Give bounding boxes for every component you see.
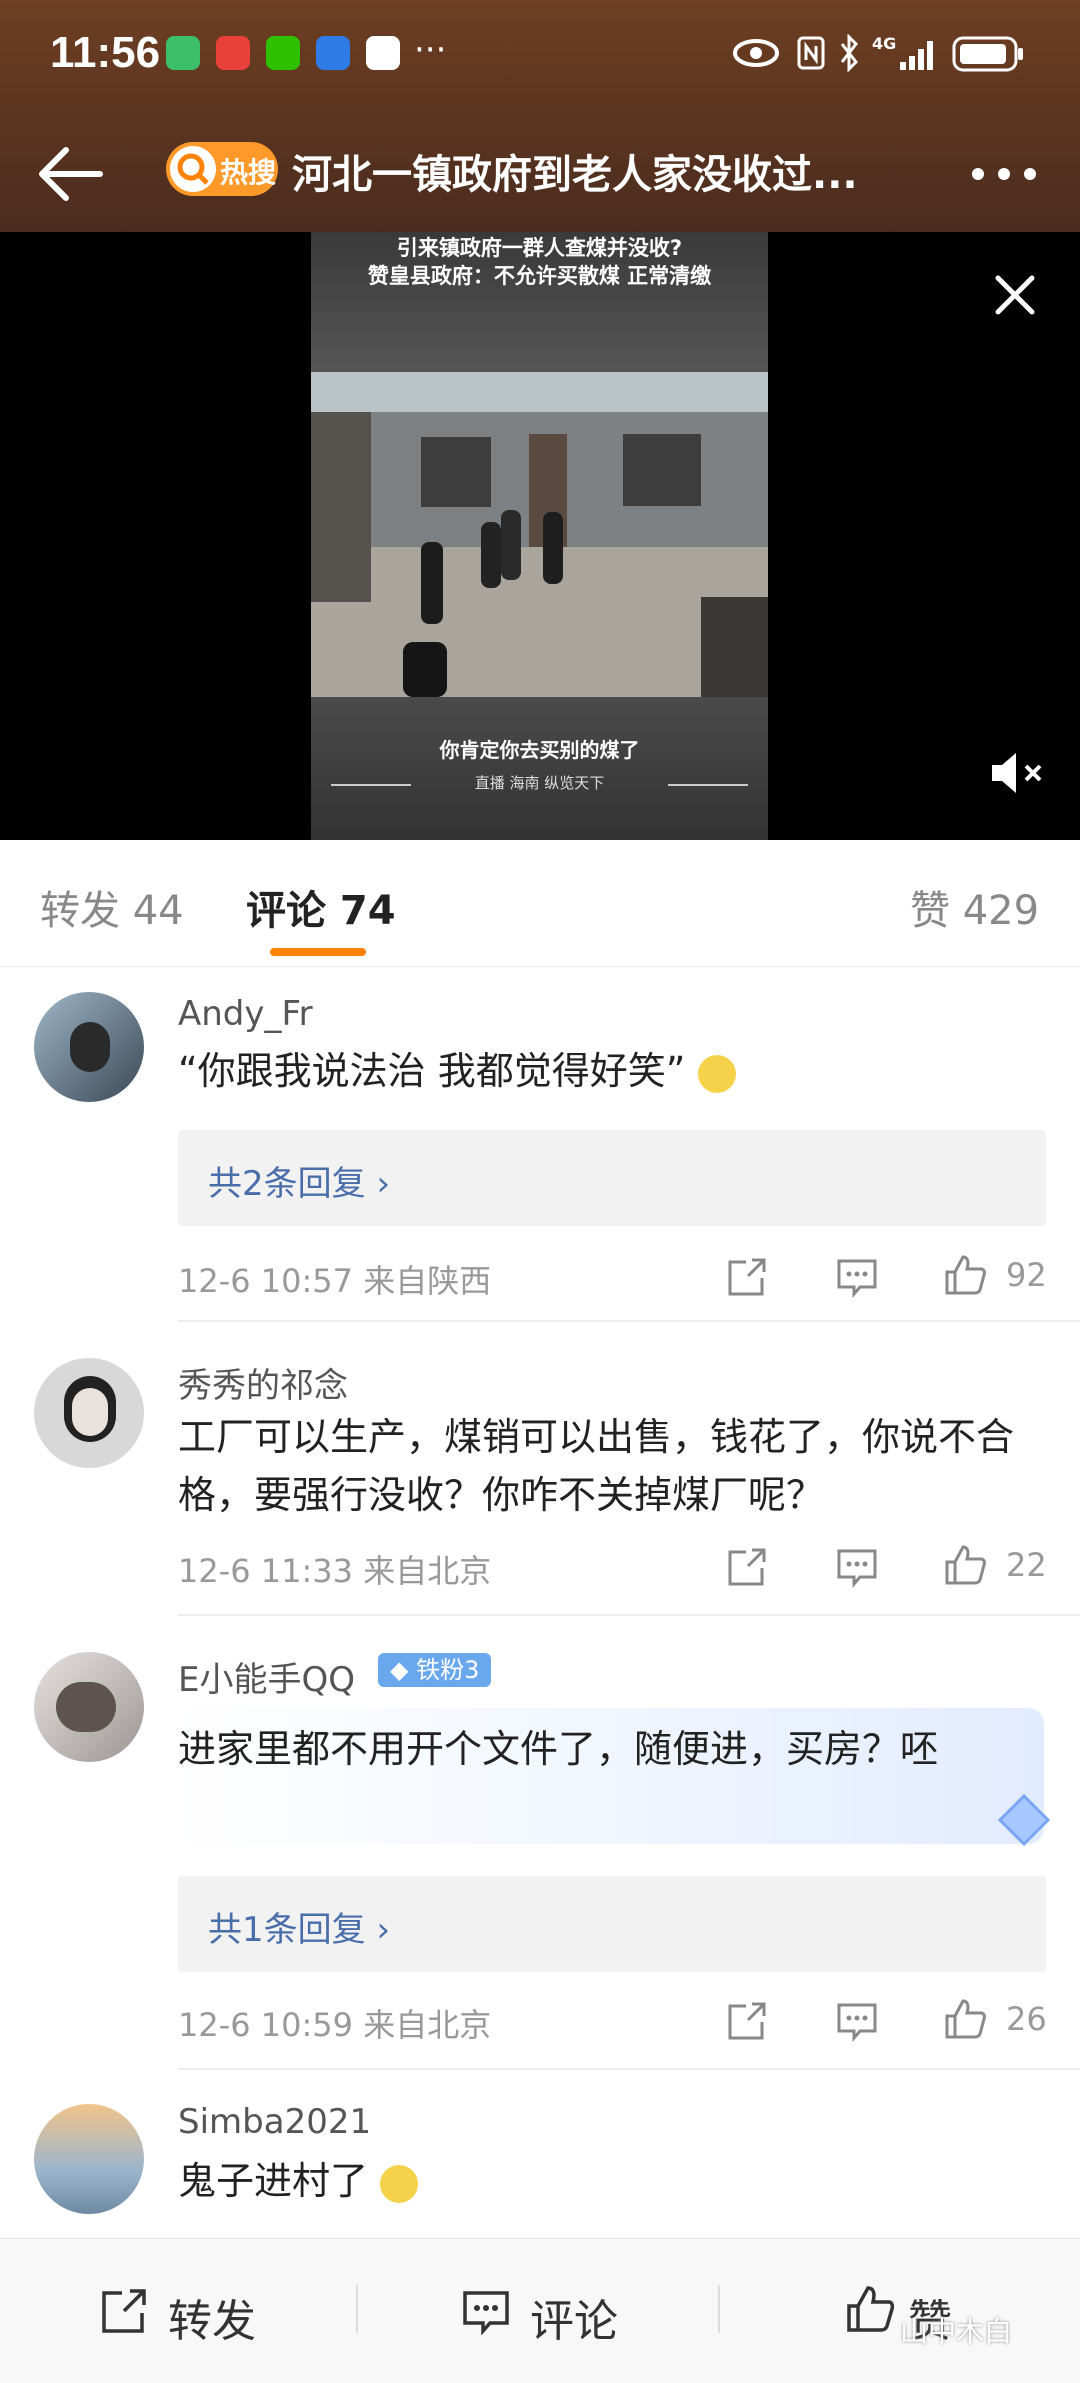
- replies-label: 共2条回复 ›: [208, 1164, 391, 1204]
- share-icon[interactable]: [726, 1256, 768, 1298]
- divider: [178, 1614, 1080, 1616]
- like-icon: [847, 2286, 894, 2332]
- status-bar: 11:56 ··· 4G: [0, 0, 1080, 110]
- divider: [718, 2285, 720, 2333]
- wechat-icon: [266, 36, 300, 70]
- video-caption-1: 引来镇政府一群人查煤并没收?: [396, 236, 683, 260]
- divider: [178, 2068, 1080, 2070]
- crying-laugh-emoji-icon: [380, 2164, 419, 2203]
- comment-text: 鬼子进村了: [178, 2152, 1048, 2210]
- repost-label: 转发: [168, 2296, 256, 2347]
- like-count: 22: [1006, 1546, 1047, 1584]
- video-scene-image: [311, 372, 768, 697]
- replies-label: 共1条回复 ›: [208, 1910, 391, 1950]
- hot-search-badge[interactable]: 热搜: [166, 142, 278, 196]
- comment-text: “你跟我说法治 我都觉得好笑”: [178, 1042, 1048, 1100]
- fan-badge: ◆ 铁粉3: [378, 1653, 492, 1687]
- close-icon[interactable]: [992, 272, 1038, 318]
- hot-badge-label: 热搜: [220, 156, 277, 189]
- video-caption-2: 赞皇县政府：不允许买散煤 正常清缴: [367, 264, 712, 288]
- like-count: 26: [1006, 2000, 1047, 2038]
- repost-icon: [102, 2289, 146, 2333]
- view-replies-button[interactable]: 共2条回复 ›: [178, 1130, 1046, 1226]
- comment-icon[interactable]: [836, 1256, 878, 1298]
- repost-button[interactable]: 转发: [100, 2275, 270, 2347]
- share-icon[interactable]: [726, 1546, 768, 1588]
- like-icon[interactable]: [944, 1544, 986, 1586]
- status-time: 11:56: [50, 28, 161, 77]
- comment-text: 进家里都不用开个文件了，随便进，买房？呸: [178, 1727, 939, 1771]
- unicom-icon: [366, 36, 400, 70]
- avatar[interactable]: [34, 1652, 144, 1762]
- top-header: 11:56 ··· 4G 热搜 河北一镇政府到老人家没收过...: [0, 0, 1080, 232]
- comment-username[interactable]: Andy_Fr: [178, 994, 313, 1034]
- comment-icon: [463, 2291, 509, 2335]
- comment-icon[interactable]: [836, 2000, 878, 2042]
- interaction-tabs: 转发 44 评论 74 赞 429: [0, 840, 1080, 967]
- mute-icon[interactable]: [988, 748, 1046, 798]
- video-source-footer: 直播 海南 纵览天下: [474, 774, 605, 792]
- search-icon: [170, 146, 216, 192]
- comment-meta: 12-6 11:33 来自北京: [178, 1552, 492, 1590]
- bluetooth-icon: [840, 34, 858, 72]
- signal-icon: [900, 41, 933, 70]
- comment-text: 工厂可以生产，煤销可以出售，钱花了，你说不合格，要强行没收？你咋不关掉煤厂呢？: [178, 1415, 1015, 1517]
- back-arrow-icon[interactable]: [36, 144, 106, 204]
- avatar[interactable]: [34, 1358, 144, 1468]
- active-tab-indicator: [270, 948, 366, 956]
- video-player[interactable]: 引来镇政府一群人查煤并没收? 赞皇县政府：不允许买散煤 正常清缴 你肯定你去买别…: [0, 232, 1080, 840]
- avatar[interactable]: [34, 2104, 144, 2214]
- comment-body: 鬼子进村了: [178, 2159, 369, 2203]
- like-icon[interactable]: [944, 1254, 986, 1296]
- more-notifications-icon: ···: [414, 30, 447, 70]
- divider: [178, 1320, 1080, 1322]
- comment-username[interactable]: E小能手QQ: [178, 1652, 355, 1701]
- comment-label: 评论: [530, 2296, 618, 2347]
- comment-username[interactable]: 秀秀的祁念: [178, 1358, 348, 1407]
- comment-username[interactable]: Simba2021: [178, 2102, 371, 2142]
- comment-body: “你跟我说法治 我都觉得好笑”: [178, 1049, 686, 1093]
- emoji-icon: [697, 1054, 736, 1093]
- app-notification-icon: [166, 36, 200, 70]
- like-icon[interactable]: [944, 1998, 986, 2040]
- video-subtitle: 你肯定你去买别的煤了: [439, 738, 640, 762]
- tab-comments[interactable]: 评论 74: [246, 878, 396, 936]
- share-icon[interactable]: [726, 2000, 768, 2042]
- eye-icon: [733, 39, 779, 67]
- app-notification-icon: [316, 36, 350, 70]
- view-replies-button[interactable]: 共1条回复 ›: [178, 1876, 1046, 1972]
- comment-icon[interactable]: [836, 1546, 878, 1588]
- comment-meta: 12-6 10:59 来自北京: [178, 2006, 492, 2044]
- divider: [356, 2285, 358, 2333]
- app-notification-icon: [216, 36, 250, 70]
- tab-reposts[interactable]: 转发 44: [40, 878, 184, 936]
- tab-likes[interactable]: 赞 429: [910, 878, 1039, 936]
- avatar[interactable]: [34, 992, 144, 1102]
- like-count: 92: [1006, 1256, 1047, 1294]
- comment-button[interactable]: 评论: [462, 2275, 632, 2347]
- page-title: 河北一镇政府到老人家没收过...: [292, 152, 858, 198]
- nav-bar: 热搜 河北一镇政府到老人家没收过...: [0, 110, 1080, 232]
- more-options-icon[interactable]: [968, 156, 1040, 192]
- battery-icon: [952, 36, 1023, 72]
- nfc-icon: [797, 36, 825, 70]
- video-frame[interactable]: 引来镇政府一群人查煤并没收? 赞皇县政府：不允许买散煤 正常清缴 你肯定你去买别…: [311, 232, 768, 840]
- diamond-icon: [997, 1793, 1051, 1847]
- comment-meta: 12-6 10:57 来自陕西: [178, 1262, 492, 1300]
- watermark: 山中木白: [900, 2315, 1013, 2348]
